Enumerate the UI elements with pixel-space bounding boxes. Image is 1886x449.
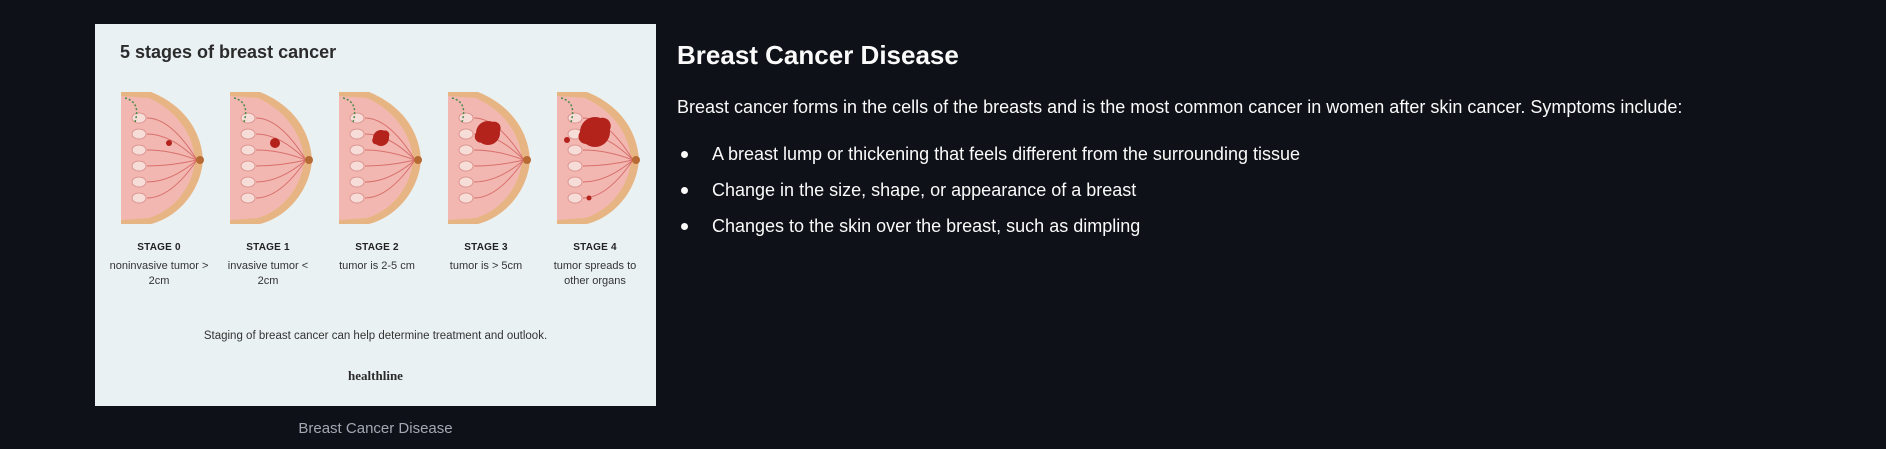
symptom-item: Changes to the skin over the breast, suc… (677, 208, 1827, 244)
stage-label: STAGE 4 (573, 242, 617, 253)
content-column: Breast Cancer Disease Breast cancer form… (677, 40, 1827, 244)
breast-diagram-stage-0 (121, 92, 204, 224)
stage-label: STAGE 2 (355, 242, 399, 253)
figure-title: 5 stages of breast cancer (120, 42, 337, 62)
image-caption: Breast Cancer Disease (298, 420, 453, 437)
stage-label: STAGE 0 (137, 242, 181, 253)
symptom-item: Change in the size, shape, or appearance… (677, 172, 1827, 208)
breast-diagram-stage-1 (230, 92, 313, 224)
breast-diagram-stage-3 (448, 92, 531, 224)
stage-description: tumor is 2-5 cm (339, 260, 415, 272)
stage-description: tumor is > 5cm (449, 260, 523, 272)
stage-label: STAGE 1 (246, 242, 290, 253)
stage-description: invasive tumor < 2cm (227, 260, 309, 287)
symptom-list: A breast lump or thickening that feels d… (677, 136, 1827, 244)
healthline-logo: healthline (348, 368, 403, 383)
stage-4: STAGE 4 tumor spreads to other organs (543, 88, 647, 289)
breast-diagram-stage-4 (557, 92, 640, 224)
stage-0: STAGE 0 noninvasive tumor > 2cm (107, 88, 211, 289)
stage-1: STAGE 1 invasive tumor < 2cm (216, 88, 320, 289)
image-column: 5 stages of breast cancer STAGE 0 noninva… (95, 24, 656, 437)
stage-2: STAGE 2 tumor is 2-5 cm (325, 88, 429, 289)
stages-row: STAGE 0 noninvasive tumor > 2cm STAGE 1 inv… (107, 88, 647, 289)
intro-paragraph: Breast cancer forms in the cells of the … (677, 97, 1683, 117)
breast-diagram-stage-2 (339, 92, 422, 224)
section-heading: Breast Cancer Disease (677, 40, 959, 70)
stage-3: STAGE 3 tumor is > 5cm (434, 88, 538, 289)
breast-cancer-stages-image: 5 stages of breast cancer STAGE 0 noninva… (95, 24, 656, 406)
figure-caption: Staging of breast cancer can help determ… (203, 330, 548, 342)
stage-label: STAGE 3 (464, 242, 508, 253)
stage-description: noninvasive tumor > 2cm (109, 260, 209, 287)
symptom-item: A breast lump or thickening that feels d… (677, 136, 1827, 172)
stage-description: tumor spreads to other organs (553, 260, 637, 287)
